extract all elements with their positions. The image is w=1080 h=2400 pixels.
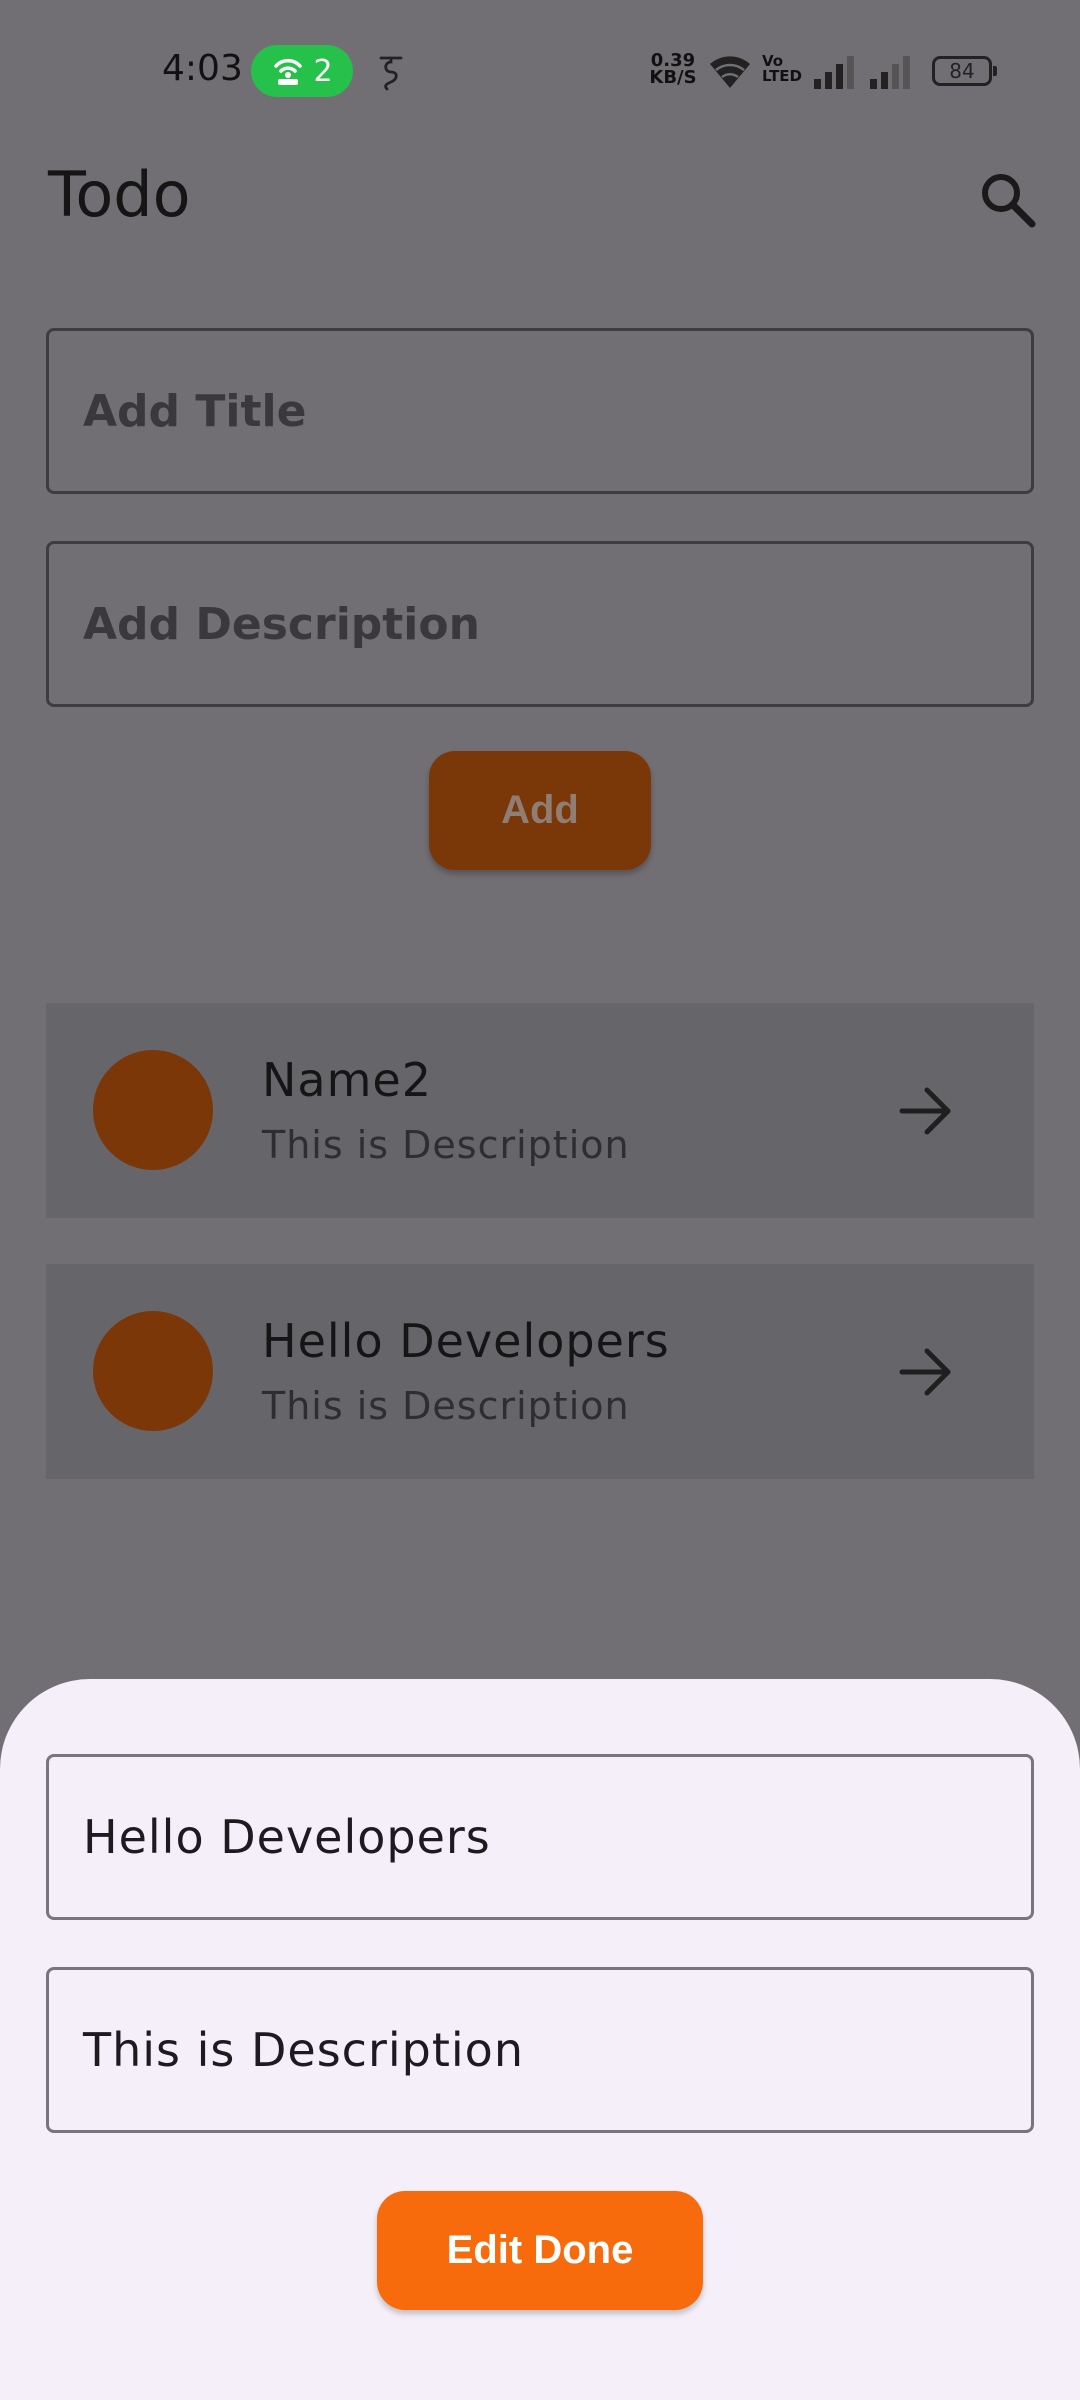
description-input[interactable]: Add Description	[46, 541, 1034, 707]
status-bar: 4:03 2 0.39 KB/S Vo LTED 84	[0, 0, 1080, 140]
edit-title-input[interactable]: Hello Developers	[46, 1754, 1034, 1920]
battery-level: 84	[949, 59, 975, 83]
volte-icon: Vo LTED	[762, 54, 802, 84]
edit-description-input[interactable]: This is Description	[46, 1967, 1034, 2133]
hotspot-count: 2	[313, 53, 333, 89]
volte-bottom: LTED	[762, 67, 803, 85]
edit-bottom-sheet: Hello Developers This is Description Edi…	[0, 1679, 1080, 2400]
avatar	[93, 1311, 213, 1431]
hotspot-indicator: 2	[251, 45, 353, 97]
notification-icon	[379, 56, 403, 91]
todo-list-item[interactable]: Hello Developers This is Description	[46, 1264, 1034, 1479]
todo-description: This is Description	[262, 1384, 630, 1428]
todo-title: Name2	[262, 1053, 432, 1107]
todo-description: This is Description	[262, 1123, 630, 1167]
battery-icon: 84	[932, 56, 997, 86]
arrow-forward-icon[interactable]	[898, 1346, 954, 1398]
page-title: Todo	[48, 158, 191, 231]
status-time: 4:03	[162, 48, 243, 89]
add-button[interactable]: Add	[429, 751, 651, 870]
wifi-icon	[710, 56, 750, 88]
title-input[interactable]: Add Title	[46, 328, 1034, 494]
edit-done-button[interactable]: Edit Done	[377, 2191, 703, 2310]
signal-strength-icon-2	[870, 56, 910, 89]
avatar	[93, 1050, 213, 1170]
search-icon[interactable]	[976, 168, 1038, 230]
hotspot-icon	[274, 58, 303, 85]
arrow-forward-icon[interactable]	[898, 1085, 954, 1137]
signal-strength-icon	[814, 56, 854, 89]
todo-title: Hello Developers	[262, 1314, 670, 1368]
network-speed: 0.39 KB/S	[646, 52, 700, 88]
todo-screen: 4:03 2 0.39 KB/S Vo LTED 84 Todo Add Tit…	[0, 0, 1080, 2400]
todo-list-item[interactable]: Name2 This is Description	[46, 1003, 1034, 1218]
network-speed-unit: KB/S	[649, 67, 697, 88]
